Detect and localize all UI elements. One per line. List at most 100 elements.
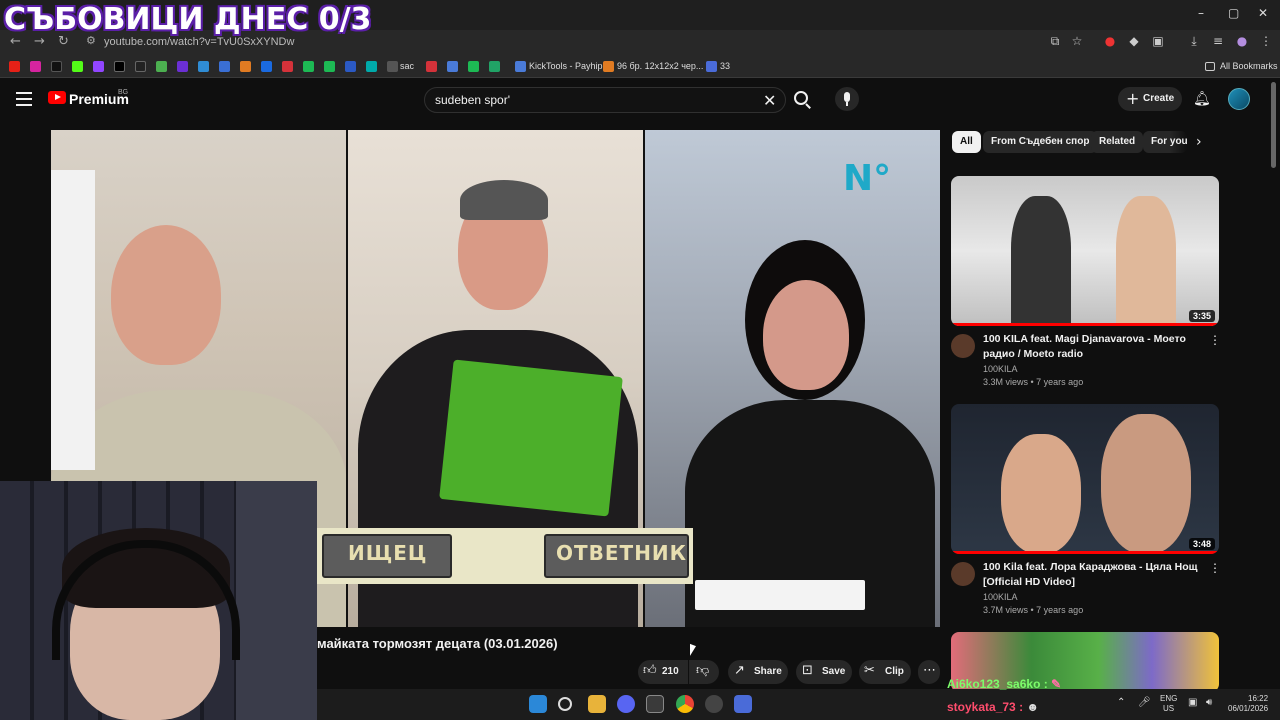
bookmark-z-icon[interactable] (426, 61, 437, 72)
bookmark-loop-icon[interactable] (447, 61, 458, 72)
minimize-button[interactable]: – (1198, 6, 1204, 20)
bookmark-instagram-icon[interactable] (30, 61, 41, 72)
bookmark-blue-icon[interactable] (198, 61, 209, 72)
store-icon[interactable] (646, 695, 664, 713)
lang-top[interactable]: ENG (1160, 694, 1177, 703)
extension-icon[interactable]: ◆ (1126, 34, 1142, 50)
url-field[interactable]: youtube.com/watch?v=TvU0SxXYNDw (104, 36, 294, 48)
bookmark-anchor-icon[interactable] (261, 61, 272, 72)
bookmark-kicktools[interactable]: KickTools - Payhip (529, 61, 603, 71)
mic-tray-icon[interactable]: 🎤︎ (1138, 697, 1151, 708)
bookmark-tiktok-icon[interactable] (51, 61, 62, 72)
thumb-figure-1 (1011, 196, 1071, 326)
bookmark-r-icon[interactable] (345, 61, 356, 72)
avatar[interactable] (1228, 88, 1250, 110)
recommendation-title[interactable]: 100 KILA feat. Magi Djanavarova - Моето … (983, 332, 1205, 362)
mic-icon[interactable] (835, 87, 859, 111)
recommendation-meta: 3.3M views • 7 years ago (983, 377, 1084, 387)
like-button[interactable]: 👍︎ 210 (638, 660, 688, 684)
bookmark-twitch-icon[interactable] (93, 61, 104, 72)
app-blue-icon[interactable] (734, 695, 752, 713)
clear-search-icon[interactable]: ✕ (763, 91, 776, 110)
chevron-right-icon[interactable]: › (1196, 134, 1202, 150)
bookmark-m-icon[interactable] (324, 61, 335, 72)
chrome-icon[interactable] (676, 695, 694, 713)
more-vertical-icon[interactable]: ⋮ (1209, 561, 1221, 575)
search-icon[interactable] (794, 91, 808, 105)
chat-username: stoykata_73 (947, 700, 1016, 714)
more-actions-button[interactable]: ⋯ (918, 660, 940, 684)
bookmark-blue2-icon[interactable] (219, 61, 230, 72)
bookmark-p-icon[interactable] (135, 61, 146, 72)
media-icon[interactable]: ≡ (1210, 34, 1226, 50)
page-scrollbar[interactable] (1271, 82, 1276, 168)
search-query[interactable]: sudeben spor' (435, 93, 510, 107)
bookmark-sac-icon[interactable] (387, 61, 398, 72)
chevron-up-icon[interactable]: ⌃ (1117, 697, 1125, 708)
youtube-logo-icon[interactable] (48, 91, 66, 104)
all-bookmarks[interactable]: All Bookmarks (1220, 61, 1278, 71)
bookmark-s-icon[interactable] (468, 61, 479, 72)
bookmark-sac[interactable]: sac (400, 61, 414, 71)
duration-badge: 3:48 (1188, 538, 1215, 550)
defendant-face (763, 280, 849, 390)
chip-for-you[interactable]: For you (1143, 131, 1187, 153)
start-icon[interactable] (529, 695, 547, 713)
emote-icon: ✎ (1051, 677, 1062, 691)
bookmark-sheets-icon[interactable] (489, 61, 500, 72)
recommendation-title[interactable]: 100 Kila feat. Лора Караджова - Цяла Нощ… (983, 560, 1205, 590)
volume-icon[interactable]: 🔊︎ (1206, 697, 1212, 708)
chip-related[interactable]: Related (1091, 131, 1144, 153)
recommendation-channel[interactable]: 100KILA (983, 364, 1018, 374)
discord-icon[interactable] (617, 695, 635, 713)
search-input[interactable]: sudeben spor' ✕ (424, 87, 786, 113)
channel-avatar[interactable] (951, 562, 975, 586)
bookmark-green-icon[interactable] (156, 61, 167, 72)
bell-icon[interactable]: 🔔︎ (1193, 91, 1211, 107)
bookmark-purple-icon[interactable] (177, 61, 188, 72)
save-button[interactable]: ⊡ Save (796, 660, 852, 684)
dislike-button[interactable]: 👎︎ (689, 660, 719, 684)
clock-time[interactable]: 16:22 (1248, 694, 1268, 703)
search-taskbar-icon[interactable] (558, 697, 572, 711)
bookmark-shop[interactable]: 96 бр. 12х12х2 чер... (617, 61, 703, 71)
extension-red-icon[interactable]: ● (1102, 34, 1118, 50)
chip-from-channel[interactable]: From Съдебен спор (983, 131, 1098, 153)
bookmark-kicktools-icon[interactable] (515, 61, 526, 72)
stream-overlay-title: СЪБОВИЦИ ДНЕС 0/3 (3, 1, 372, 38)
menu-kebab-icon[interactable]: ⋮ (1258, 34, 1274, 50)
bookmark-tt-icon[interactable] (303, 61, 314, 72)
share-button[interactable]: ↗ Share (728, 660, 788, 684)
extensions-puzzle-icon[interactable]: ▣ (1150, 34, 1166, 50)
bookmark-youtube-icon[interactable] (9, 61, 20, 72)
clock-date[interactable]: 06/01/2026 (1228, 704, 1268, 713)
menu-hamburger-icon[interactable] (16, 92, 32, 106)
screen: – ▢ ✕ ← → ↻ ⚙ youtube.com/watch?v=TvU0Sx… (0, 0, 1280, 720)
bookmark-star-icon[interactable]: ☆ (1069, 34, 1085, 50)
channel-avatar[interactable] (951, 334, 975, 358)
more-vertical-icon[interactable]: ⋮ (1209, 333, 1221, 347)
install-icon[interactable]: ⧉ (1047, 34, 1063, 50)
bookmark-kick-icon[interactable] (72, 61, 83, 72)
create-button[interactable]: + Create (1118, 87, 1182, 111)
lang-bottom[interactable]: US (1163, 704, 1174, 713)
network-icon[interactable]: ▣ (1188, 697, 1197, 708)
file-explorer-icon[interactable] (588, 695, 606, 713)
bookmark-orange-icon[interactable] (240, 61, 251, 72)
bookmark-teal-icon[interactable] (366, 61, 377, 72)
download-icon[interactable]: ⤓ (1186, 34, 1202, 50)
close-window-button[interactable]: ✕ (1258, 6, 1268, 20)
obs-icon[interactable] (705, 695, 723, 713)
profile-icon[interactable]: ● (1234, 34, 1250, 50)
chip-all[interactable]: All (952, 131, 981, 153)
maximize-button[interactable]: ▢ (1228, 6, 1239, 20)
bookmark-red-icon[interactable] (282, 61, 293, 72)
bookmark-33-icon[interactable] (706, 61, 717, 72)
clip-button[interactable]: ✂ Clip (859, 660, 911, 684)
recommendation-thumbnail[interactable]: 3:35 (951, 176, 1219, 326)
bookmark-shop-icon[interactable] (603, 61, 614, 72)
bookmark-x-icon[interactable] (114, 61, 125, 72)
recommendation-thumbnail[interactable]: 3:48 (951, 404, 1219, 554)
recommendation-channel[interactable]: 100KILA (983, 592, 1018, 602)
bookmark-33[interactable]: 33 (720, 61, 730, 71)
